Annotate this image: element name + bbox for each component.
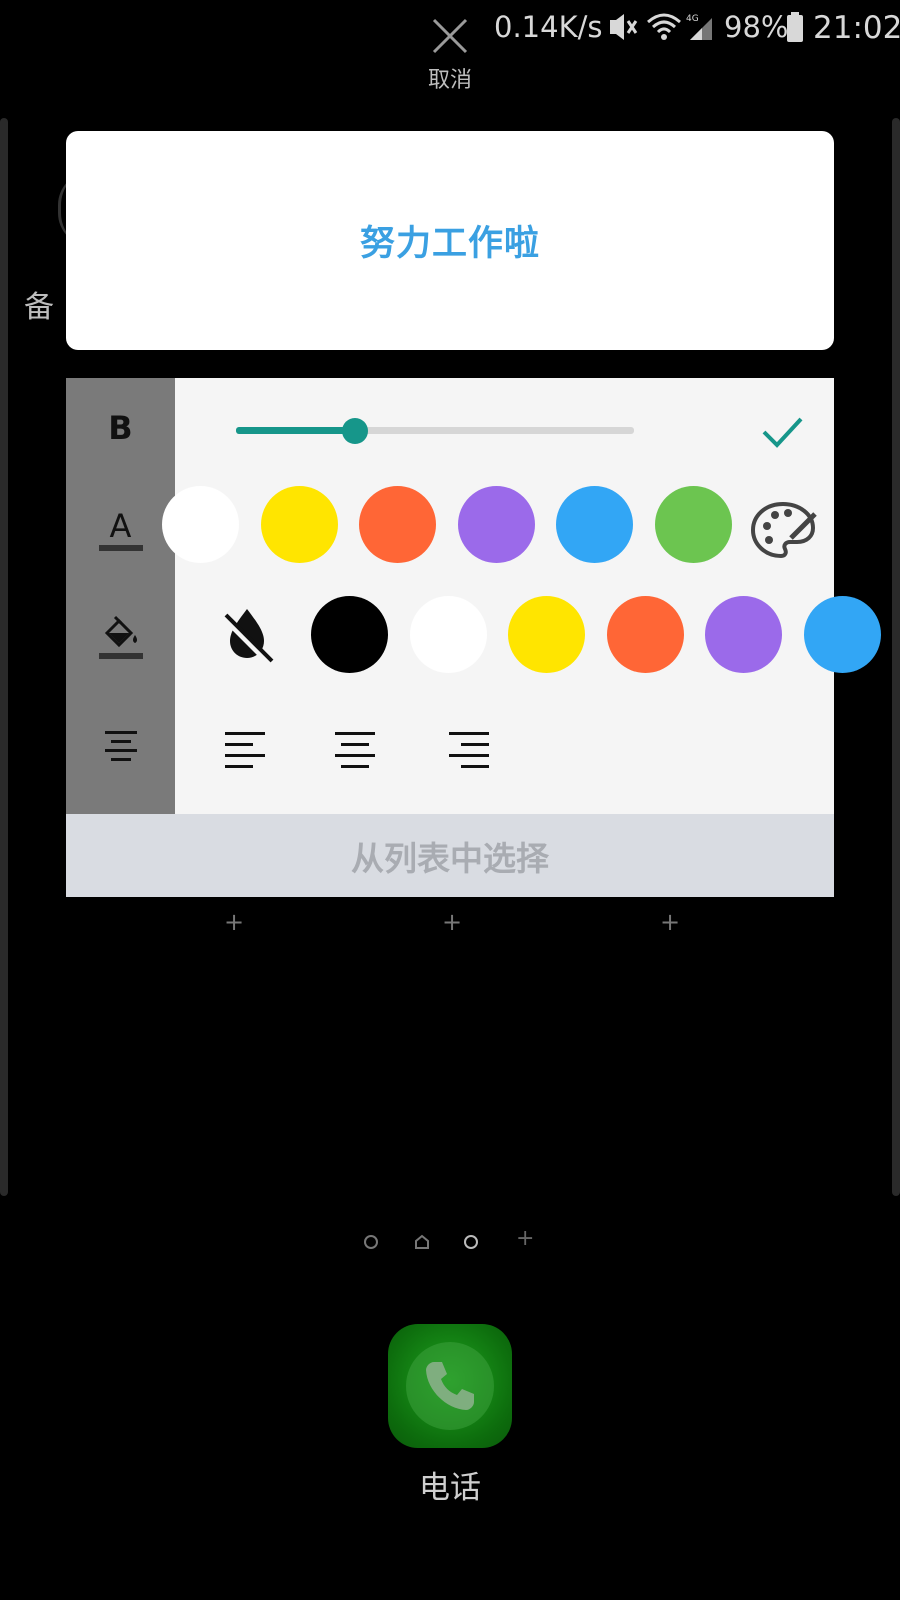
align-center-icon xyxy=(104,731,137,761)
format-panel: B A xyxy=(66,378,881,814)
background-app-label: 备 xyxy=(24,290,54,325)
preview-text: 努力工作啦 xyxy=(359,224,540,264)
bold-tool[interactable]: B xyxy=(66,378,175,478)
page-indicator: + xyxy=(364,1226,544,1256)
fill-color-swatch[interactable] xyxy=(705,596,782,673)
text-color-swatch[interactable] xyxy=(359,486,436,563)
page-dot[interactable] xyxy=(364,1235,378,1249)
text-color-swatch[interactable] xyxy=(654,486,732,563)
align-left-icon[interactable] xyxy=(224,730,266,772)
text-color-icon: A xyxy=(98,507,143,551)
text-color-swatch[interactable] xyxy=(556,486,633,563)
text-color-label: A xyxy=(109,507,132,545)
no-fill-icon[interactable] xyxy=(216,603,278,665)
slider-thumb[interactable] xyxy=(342,418,369,444)
close-icon xyxy=(432,18,468,54)
fill-color-swatch[interactable] xyxy=(311,596,388,673)
choose-from-list-label: 从列表中选择 xyxy=(351,838,549,878)
text-color-tool[interactable]: A xyxy=(66,480,175,580)
right-page-edge xyxy=(892,118,900,1196)
text-color-swatch[interactable] xyxy=(260,486,338,563)
check-icon[interactable] xyxy=(758,408,806,456)
fill-color-swatch[interactable] xyxy=(803,596,881,673)
phone-app-label: 电话 xyxy=(419,1470,481,1506)
phone-app-icon[interactable] xyxy=(388,1324,512,1448)
fill-color-swatch[interactable] xyxy=(606,596,684,673)
vibrate-off-icon xyxy=(610,14,638,40)
tool-sidebar: B A xyxy=(66,378,175,814)
add-widget-marker: + xyxy=(224,908,245,936)
add-widget-marker: + xyxy=(442,908,463,936)
slider-fill xyxy=(236,427,356,434)
text-color-swatch[interactable] xyxy=(457,486,535,563)
size-slider[interactable] xyxy=(236,418,634,444)
choose-from-list-button[interactable]: 从列表中选择 xyxy=(66,814,834,897)
svg-text:4G: 4G xyxy=(686,14,699,24)
fill-color-icon xyxy=(98,615,143,659)
align-right-icon[interactable] xyxy=(448,730,490,772)
align-center-icon[interactable] xyxy=(334,730,376,772)
phone-handset-icon xyxy=(426,1362,474,1410)
fill-color-tool[interactable] xyxy=(66,586,175,686)
net-speed: 0.14K/s xyxy=(494,10,603,44)
add-widget-marker: + xyxy=(660,908,681,936)
align-tool[interactable] xyxy=(66,696,175,796)
text-color-swatch[interactable] xyxy=(162,486,239,563)
bold-icon: B xyxy=(108,409,133,447)
signal-4g-icon: 4G xyxy=(686,14,712,40)
widget-preview-card[interactable]: 努力工作啦 xyxy=(66,131,834,350)
fill-color-swatch[interactable] xyxy=(409,596,487,673)
cancel-button[interactable]: 取消 xyxy=(410,14,490,94)
home-page-icon[interactable] xyxy=(414,1234,430,1250)
page-dot-active[interactable] xyxy=(464,1235,478,1249)
battery-percent: 98% xyxy=(724,10,789,44)
add-page-icon[interactable]: + xyxy=(516,1226,534,1251)
fill-color-swatch[interactable] xyxy=(508,596,585,673)
cancel-label: 取消 xyxy=(427,68,472,93)
wifi-icon xyxy=(647,13,681,40)
left-page-edge xyxy=(0,118,8,1196)
palette-icon[interactable] xyxy=(747,496,819,568)
clock: 21:02 xyxy=(813,10,900,46)
battery-icon xyxy=(787,12,803,42)
